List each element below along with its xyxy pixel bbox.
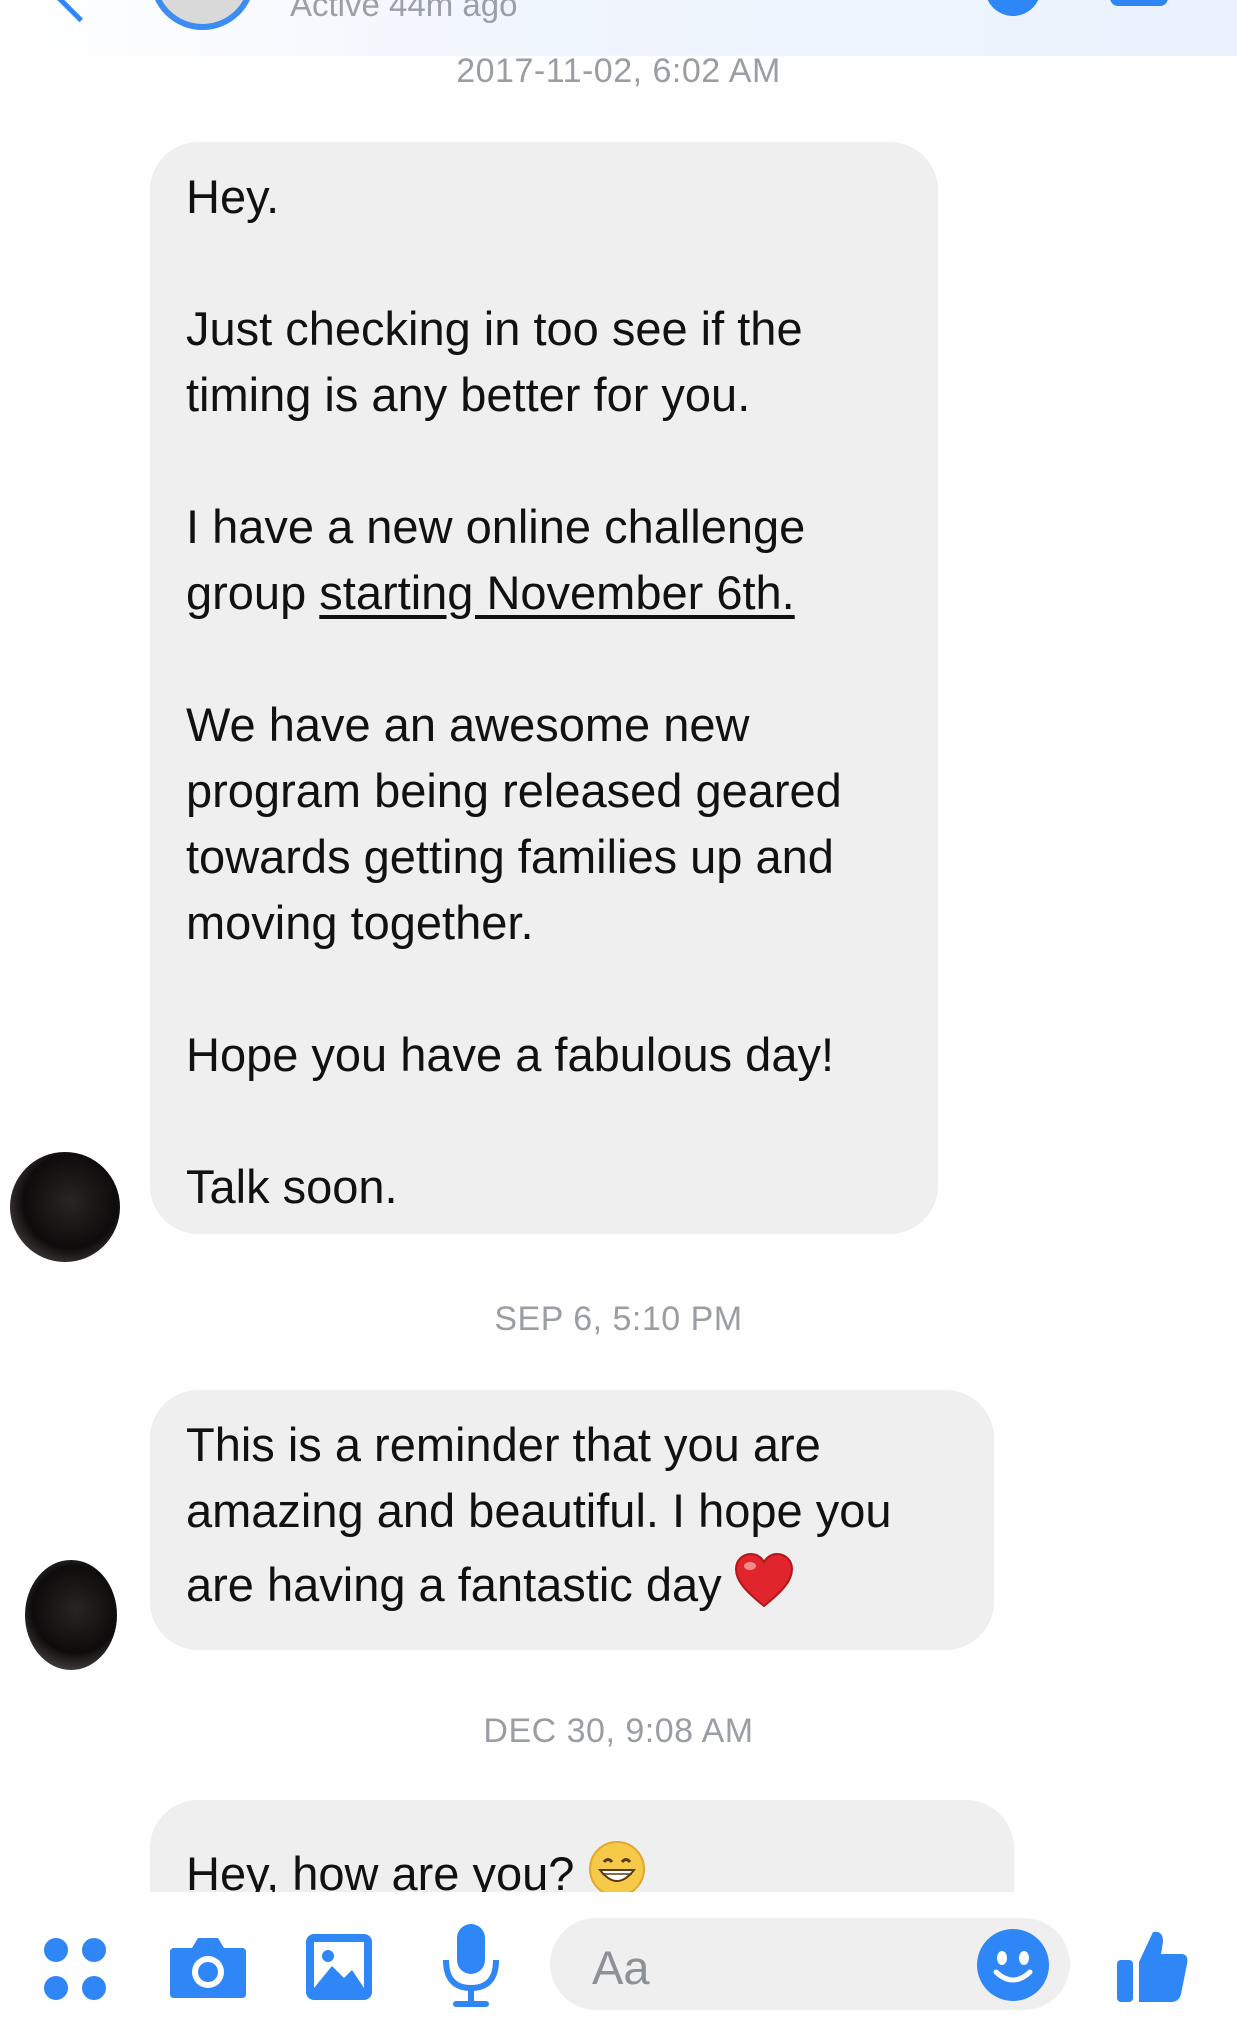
message-bubble[interactable]: Hey. Just checking in too see if the tim… [150, 142, 938, 1234]
message-text-line-3: are having a fantastic day [186, 1558, 722, 1611]
active-status: Active 44m ago [290, 0, 518, 23]
red-heart-icon [734, 1552, 794, 1625]
sender-avatar[interactable] [10, 1152, 120, 1262]
more-apps-icon[interactable] [42, 1936, 108, 2007]
camera-icon[interactable] [168, 1932, 248, 2005]
gallery-icon[interactable] [304, 1932, 374, 2007]
message-timestamp: 2017-11-02, 6:02 AM [456, 52, 781, 90]
message-text: Just checking in too see if the timing i… [186, 302, 803, 421]
microphone-icon[interactable] [440, 1922, 502, 2013]
message-text-line: are having a fantastic day [186, 1552, 958, 1625]
date-link[interactable]: starting November 6th. [319, 566, 794, 619]
thumbs-up-icon[interactable] [1115, 1926, 1191, 2009]
contact-avatar[interactable] [150, 0, 255, 30]
message-text: I have a new online challenge group star… [186, 494, 902, 626]
message-bubble[interactable]: This is a reminder that you are amazing … [150, 1390, 994, 1650]
message-text: We have an awesome new program being rel… [186, 698, 842, 949]
message-timestamp: SEP 6, 5:10 PM [494, 1300, 743, 1338]
conversation-header: Active 44m ago [0, 0, 1237, 56]
message-input[interactable]: Aa [550, 1918, 1070, 2010]
sender-avatar[interactable] [25, 1560, 117, 1670]
message-text: Talk soon. [186, 1160, 398, 1213]
composer-bar: Aa [0, 1892, 1237, 2034]
message-text: Hey. [186, 170, 280, 223]
message-timestamp: DEC 30, 9:08 AM [483, 1712, 754, 1750]
back-icon[interactable] [54, 0, 105, 23]
phone-call-icon[interactable] [985, 0, 1041, 16]
message-input-placeholder: Aa [592, 1941, 650, 1994]
message-text-line: This is a reminder that you are [186, 1418, 821, 1471]
video-call-icon[interactable] [1110, 0, 1168, 6]
message-text-line: amazing and beautiful. I hope you [186, 1484, 892, 1537]
message-text: Hope you have a fabulous day! [186, 1028, 835, 1081]
emoji-icon[interactable] [976, 1928, 1050, 2007]
